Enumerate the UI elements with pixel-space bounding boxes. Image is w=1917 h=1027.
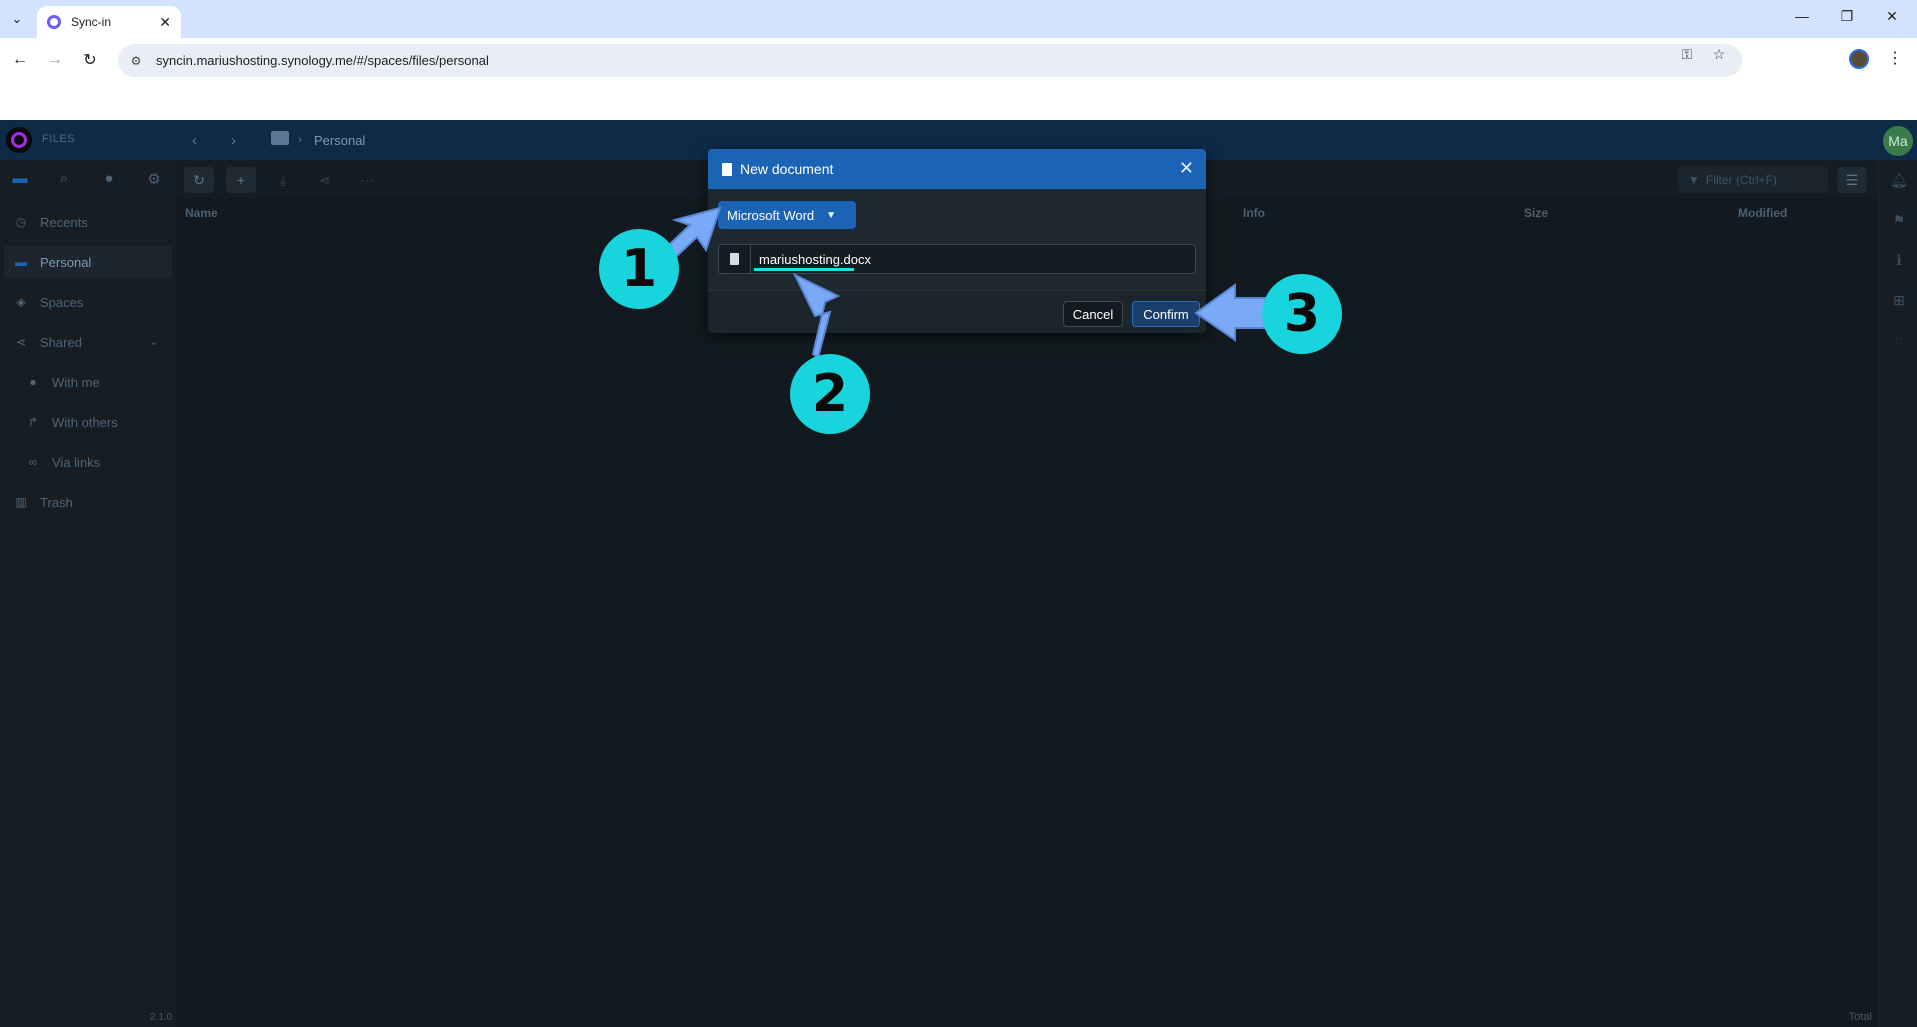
sidebar-item-label: With me (52, 374, 100, 390)
folder-icon: ▬ (15, 255, 27, 269)
password-key-icon[interactable]: ⚿ (1678, 46, 1696, 64)
sidebar-item-with-me[interactable]: ● With me (0, 366, 172, 398)
share-button[interactable]: ⋖ (310, 167, 340, 193)
sidebar-item-via-links[interactable]: ∞ Via links (0, 446, 172, 478)
user-icon: ● (29, 375, 37, 389)
annotation-2: 2 (790, 354, 870, 434)
search-icon[interactable]: ⌕ (54, 170, 74, 190)
sidebar-item-label: Personal (40, 254, 92, 270)
address-bar[interactable]: ⚙ syncin.mariushosting.synology.me/#/spa… (118, 44, 1742, 77)
annotation-3: 3 (1262, 274, 1342, 354)
sidebar-item-spaces[interactable]: ◈ Spaces (0, 286, 172, 318)
new-document-dialog: New document ✕ Microsoft Word ▼ mariusho… (708, 149, 1206, 333)
more-button[interactable]: ⋯ (352, 167, 382, 193)
minimize-icon[interactable]: — (1790, 8, 1814, 24)
close-icon[interactable]: ✕ (1179, 158, 1194, 179)
window-close-icon[interactable]: ✕ (1880, 8, 1904, 25)
share-icon: ⋖ (15, 335, 27, 349)
gear-icon[interactable]: ⚙ (144, 170, 164, 190)
document-type-select[interactable]: Microsoft Word ▼ (718, 201, 856, 229)
sidebar-item-label: Trash (40, 494, 73, 510)
site-settings-icon[interactable]: ⚙ (128, 53, 144, 69)
dialog-header: New document (708, 149, 1206, 189)
clock-icon: ◷ (15, 215, 27, 229)
layers-icon: ◈ (16, 295, 26, 309)
folder-icon[interactable] (271, 131, 289, 145)
column-info[interactable]: Info (1243, 206, 1265, 220)
filter-placeholder: Filter (Ctrl+F) (1705, 172, 1777, 187)
files-icon[interactable]: ▬ (10, 170, 30, 190)
download-button[interactable]: ⤓ (268, 167, 298, 193)
filename-highlight (754, 268, 854, 271)
view-options-button[interactable]: ☰ (1837, 167, 1867, 193)
page-top-gap (0, 82, 1917, 120)
browser-tab[interactable]: Sync-in ✕ (37, 6, 181, 38)
confirm-button[interactable]: Confirm (1132, 301, 1200, 327)
column-name[interactable]: Name (185, 206, 218, 220)
forward-icon[interactable]: → (43, 48, 67, 72)
sidebar-item-label: Recents (40, 214, 88, 230)
bell-icon[interactable]: 🔔︎ (1890, 172, 1908, 190)
bookmark-star-icon[interactable]: ☆ (1710, 46, 1728, 64)
sidebar: ▬ ⌕ ● ⚙ ◷ Recents ▬ Personal ◈ Spaces ⋖ … (0, 160, 176, 1027)
user-icon[interactable]: ● (99, 170, 119, 190)
version-label: 2.1.0 (150, 1012, 173, 1023)
sidebar-item-label: Via links (52, 454, 101, 470)
dialog-footer: Cancel Confirm (708, 290, 1206, 333)
sidebar-item-personal[interactable]: ▬ Personal (4, 246, 172, 278)
flag-icon[interactable]: ⚑ (1890, 212, 1908, 230)
refresh-button[interactable]: ↻ (184, 167, 214, 193)
add-button[interactable]: + (226, 167, 256, 193)
sidebar-item-trash[interactable]: ▥ Trash (0, 486, 172, 518)
browser-tabbar: ⌄ Sync-in ✕ — ❐ ✕ (0, 0, 1917, 38)
dialog-title: New document (740, 161, 834, 177)
filter-input[interactable]: ▼ Filter (Ctrl+F) (1678, 166, 1828, 193)
total-label: Total (1848, 1011, 1872, 1023)
annotation-1: 1 (599, 229, 679, 309)
browser-toolbar: ← → ↻ ⚙ syncin.mariushosting.synology.me… (0, 38, 1917, 82)
tree-icon[interactable]: ⊞ (1890, 292, 1908, 310)
profile-avatar[interactable] (1849, 49, 1869, 69)
breadcrumb-separator-icon: › (298, 132, 302, 146)
restore-icon[interactable]: ❐ (1835, 8, 1859, 25)
nav-forward-icon[interactable]: › (231, 132, 236, 149)
right-panel-bar: 🔔︎ ⚑ ℹ ⊞ ◌ (1878, 160, 1917, 1027)
info-icon[interactable]: ℹ (1890, 252, 1908, 270)
filename-value: mariushosting.docx (759, 251, 871, 267)
app-logo[interactable] (6, 127, 32, 153)
tab-list-button[interactable]: ⌄ (6, 8, 28, 30)
sidebar-item-label: With others (52, 414, 118, 430)
filter-icon: ▼ (1688, 172, 1700, 187)
browser-menu-icon[interactable]: ⋮ (1887, 48, 1903, 68)
forward-icon: ↱ (27, 415, 39, 429)
breadcrumb[interactable]: Personal (314, 133, 365, 148)
comment-icon[interactable]: ◌ (1890, 332, 1908, 350)
document-icon (722, 162, 732, 176)
reload-icon[interactable]: ↻ (78, 48, 102, 72)
sidebar-toolbar: ▬ ⌕ ● ⚙ (0, 160, 176, 198)
tab-close-icon[interactable]: ✕ (159, 14, 171, 31)
document-type-value: Microsoft Word (727, 207, 815, 223)
nav-back-icon[interactable]: ‹ (192, 132, 197, 149)
app-section-label: FILES (42, 133, 76, 145)
column-modified[interactable]: Modified (1738, 206, 1787, 220)
sidebar-item-recents[interactable]: ◷ Recents (0, 206, 172, 238)
favicon-icon (47, 15, 61, 29)
cancel-button[interactable]: Cancel (1063, 301, 1123, 327)
link-icon: ∞ (28, 455, 38, 469)
sidebar-item-with-others[interactable]: ↱ With others (0, 406, 172, 438)
chevron-down-icon[interactable]: ⌄ (150, 337, 158, 348)
trash-icon: ▥ (15, 495, 27, 509)
sidebar-item-shared[interactable]: ⋖ Shared ⌄ (0, 326, 172, 358)
sidebar-item-label: Shared (40, 334, 82, 350)
url-text: syncin.mariushosting.synology.me/#/space… (156, 53, 489, 68)
caret-down-icon: ▼ (826, 209, 837, 221)
avatar[interactable]: Ma (1883, 126, 1913, 156)
tab-title: Sync-in (71, 15, 112, 29)
back-icon[interactable]: ← (8, 48, 32, 72)
column-size[interactable]: Size (1524, 206, 1548, 220)
sidebar-item-label: Spaces (40, 294, 84, 310)
file-icon (719, 245, 751, 273)
